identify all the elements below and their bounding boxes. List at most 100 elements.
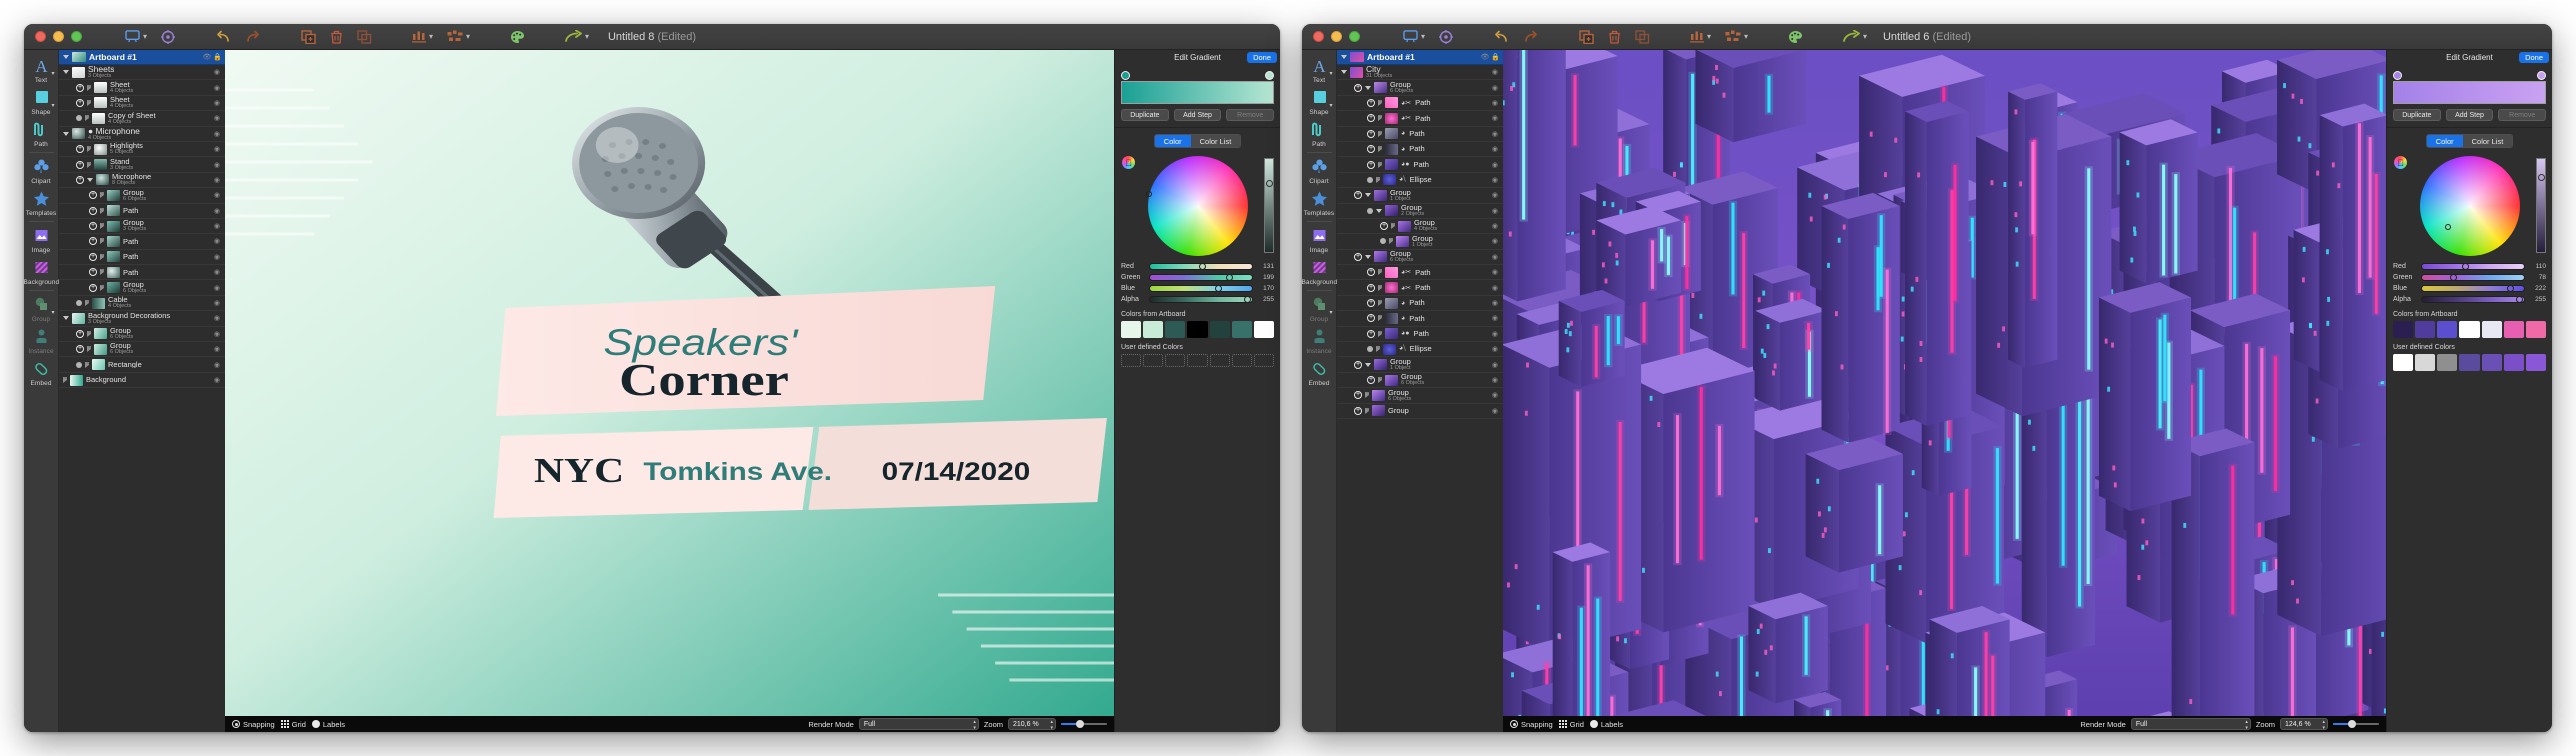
zoom-slider-knob[interactable]: [1076, 720, 1084, 728]
layer-row[interactable]: + Group 6 Objects ◉: [59, 342, 225, 358]
layer-end-node[interactable]: [76, 300, 82, 307]
gradient-stops[interactable]: [2393, 71, 2546, 81]
user-color-swatch[interactable]: [2459, 354, 2480, 371]
apple-color-picker-icon[interactable]: : [2394, 156, 2407, 169]
layers-panel[interactable]: Artboard #1 👁 🔒 Sheets 3 Objects ◉ + Sheet 4 …: [59, 50, 225, 732]
tool-image[interactable]: Image: [24, 224, 59, 256]
artboard-color-swatches[interactable]: [1115, 321, 1280, 338]
disclosure-triangle-icon[interactable]: [100, 253, 104, 260]
zoom-field[interactable]: 210,6 % ▴ ▾: [1008, 718, 1056, 731]
layer-visibility-icon[interactable]: ◉: [1492, 99, 1501, 107]
titlebar[interactable]: ▾: [24, 24, 1280, 50]
zoom-slider-knob[interactable]: [2348, 720, 2356, 728]
color-swatch[interactable]: [2393, 321, 2414, 338]
user-color-swatches[interactable]: [2387, 354, 2552, 371]
layer-add-icon[interactable]: +: [89, 268, 97, 277]
tool-embed[interactable]: Embed: [24, 357, 59, 389]
layer-visibility-icon[interactable]: ◉: [1492, 207, 1501, 215]
disclosure-triangle-icon[interactable]: [63, 131, 69, 136]
layer-row[interactable]: + ◕✂ Path ◉: [1337, 111, 1503, 127]
artboard-icon[interactable]: ▾: [118, 24, 154, 50]
layer-visibility-icon[interactable]: ◉: [1492, 130, 1501, 138]
layer-visibility-icon[interactable]: ◉: [214, 176, 223, 184]
color-swatch[interactable]: [1143, 321, 1164, 338]
close-button[interactable]: [35, 31, 46, 42]
disclosure-triangle-icon[interactable]: [87, 161, 91, 168]
brightness-bar[interactable]: [1264, 158, 1274, 253]
duplicate-button[interactable]: Duplicate: [1121, 109, 1169, 121]
snapping-toggle[interactable]: Snapping: [232, 720, 275, 729]
tool-background[interactable]: Background: [1302, 256, 1337, 288]
chevron-down-icon[interactable]: ▾: [51, 102, 54, 109]
layer-visibility-icon[interactable]: ◉: [214, 376, 223, 384]
layer-visibility-icon[interactable]: ◉: [1492, 391, 1501, 399]
layer-row[interactable]: Rectangle ◉: [59, 357, 225, 373]
window-toolbar[interactable]: ▾ ▾ ▾ ▾: [118, 24, 596, 50]
layer-row[interactable]: + Path ◉: [59, 265, 225, 281]
labels-toggle[interactable]: Labels: [1589, 720, 1623, 729]
color-swatch[interactable]: [2481, 321, 2502, 338]
gradient-stop-start[interactable]: [1121, 71, 1130, 80]
apple-color-picker-icon[interactable]: : [1122, 156, 1135, 169]
layer-visibility-icon[interactable]: ◉: [1492, 222, 1501, 230]
tool-shape[interactable]: ▾ Shape: [24, 86, 59, 118]
redo-icon[interactable]: [1516, 24, 1546, 50]
tools-rail[interactable]: A ▾ Text ▾ Shape Path Clipart Templates …: [24, 50, 59, 732]
gradient-editor[interactable]: [1115, 65, 1280, 104]
layer-row[interactable]: ● Microphone 4 Objects ◉: [59, 127, 225, 142]
user-color-swatch[interactable]: [2393, 354, 2414, 371]
close-button[interactable]: [1313, 31, 1324, 42]
layer-add-icon[interactable]: +: [1367, 145, 1375, 154]
user-color-swatch[interactable]: [1187, 354, 1208, 367]
layer-row[interactable]: + ◕● Path ◉: [1337, 157, 1503, 173]
layer-end-node[interactable]: [1367, 176, 1373, 183]
tool-text[interactable]: A ▾ Text: [24, 54, 59, 86]
gradient-preview[interactable]: [2393, 81, 2546, 104]
disclosure-triangle-icon[interactable]: [87, 99, 91, 106]
layer-list[interactable]: City 31 Objects ◉ + Group 6 Objects ◉ + ◕✂ Path ◉ +…: [1337, 65, 1503, 419]
layer-visibility-icon[interactable]: ◉: [214, 114, 223, 122]
layer-visibility-icon[interactable]: ◉: [1492, 345, 1501, 353]
layer-visibility-icon[interactable]: ◉: [1492, 268, 1501, 276]
channel-slider[interactable]: [2421, 285, 2525, 292]
layer-row[interactable]: Copy of Sheet 4 Objects ◉: [59, 111, 225, 127]
layer-add-icon[interactable]: +: [76, 329, 84, 338]
disclosure-triangle-icon[interactable]: [1341, 55, 1347, 59]
user-color-swatches[interactable]: [1115, 354, 1280, 367]
layer-row[interactable]: + Stand 3 Objects ◉: [59, 157, 225, 173]
tool-path[interactable]: Path: [24, 118, 59, 150]
user-color-swatch[interactable]: [1231, 354, 1252, 367]
channel-slider[interactable]: [1149, 285, 1253, 292]
tool-templates[interactable]: Templates: [1302, 187, 1337, 219]
disclosure-triangle-icon[interactable]: [1391, 223, 1395, 230]
disclosure-triangle-icon[interactable]: [1378, 161, 1382, 168]
status-bar[interactable]: Snapping Grid Labels Render Mode Full ▴ …: [1503, 716, 2386, 732]
layer-visibility-icon[interactable]: ◉: [1492, 68, 1501, 76]
color-channel-row[interactable]: Alpha 255: [1121, 294, 1274, 305]
layer-add-icon[interactable]: +: [89, 222, 97, 231]
user-color-swatch[interactable]: [2503, 354, 2524, 371]
status-bar[interactable]: Snapping Grid Labels Render Mode Full ▴ …: [225, 716, 1114, 732]
layer-visibility-icon[interactable]: ◉: [214, 284, 223, 292]
layer-visibility-icon[interactable]: ◉: [214, 207, 223, 215]
channel-slider-knob[interactable]: [1226, 274, 1234, 281]
layer-visibility-icon[interactable]: ◉: [214, 237, 223, 245]
channel-slider[interactable]: [2421, 263, 2525, 270]
layer-add-icon[interactable]: +: [76, 145, 84, 154]
layer-visibility-icon[interactable]: ◉: [214, 268, 223, 276]
disclosure-triangle-icon[interactable]: [1378, 300, 1382, 307]
visibility-lock-icons[interactable]: 👁 🔒: [202, 53, 225, 61]
color-wheel-area[interactable]: : [2387, 152, 2552, 259]
layer-row[interactable]: Group 2 Objects ◉: [1337, 204, 1503, 219]
layer-add-icon[interactable]: +: [1354, 191, 1362, 200]
window-untitled-6[interactable]: ▾ ▾ ▾ ▾ Untitled 6 (Edited) A ▾ Text ▾ S…: [1302, 24, 2552, 732]
color-channel-row[interactable]: Red 110: [2393, 261, 2546, 272]
tool-instance[interactable]: Instance: [24, 325, 59, 357]
color-wheel-cursor[interactable]: [2445, 224, 2451, 230]
layer-row[interactable]: + ◕✂ Path ◉: [1337, 280, 1503, 296]
tool-background[interactable]: Background: [24, 256, 59, 288]
layer-add-icon[interactable]: +: [1354, 252, 1362, 261]
palette-icon[interactable]: [1781, 24, 1810, 50]
chevron-down-icon[interactable]: ▾: [143, 32, 147, 41]
tool-group[interactable]: ▾ Group: [24, 293, 59, 325]
